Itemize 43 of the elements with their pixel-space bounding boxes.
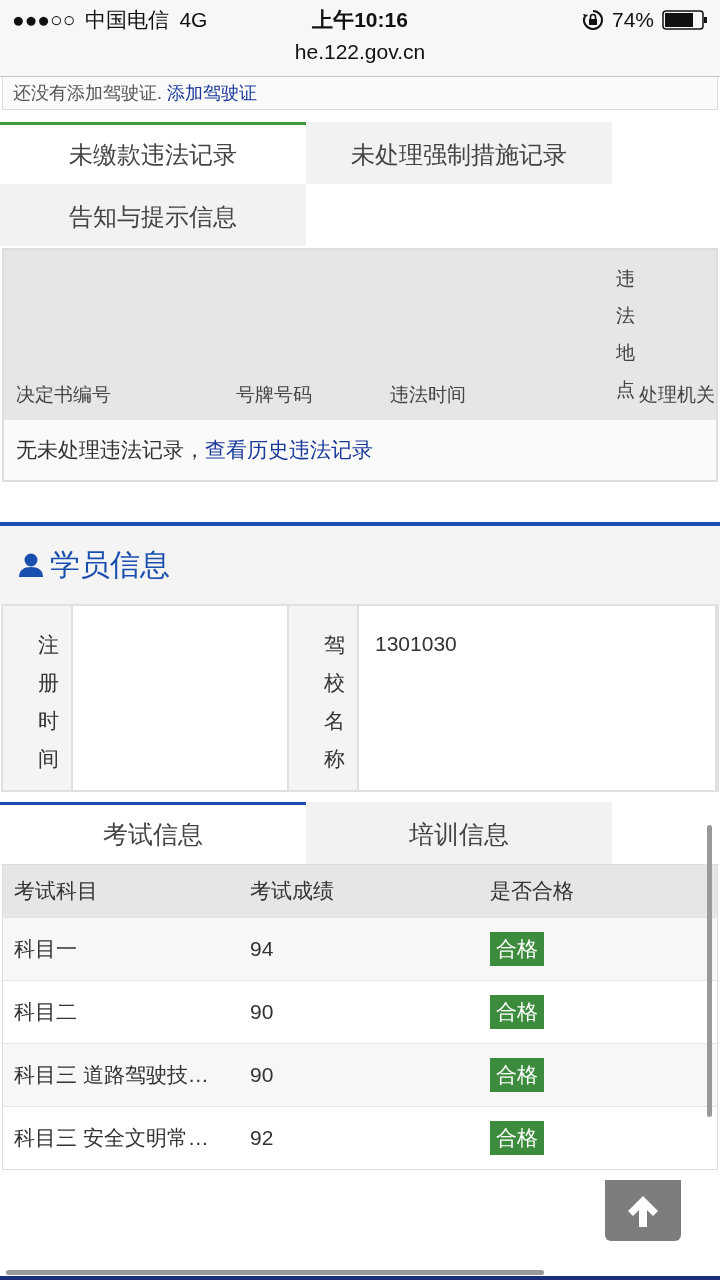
clock: 上午10:16	[312, 7, 408, 33]
column-header: 考试成绩	[250, 878, 335, 905]
back-to-top-button[interactable]	[605, 1180, 681, 1241]
subject-cell-text: 科目三 安全文明常…	[14, 1125, 210, 1152]
column-header: 是否合格	[490, 878, 575, 905]
column-header: 违法地点	[616, 267, 635, 403]
carrier-name: 中国电信	[85, 7, 170, 33]
user-icon	[18, 552, 44, 579]
battery-percent: 74%	[611, 8, 654, 32]
network-type: 4G	[179, 8, 208, 32]
score-cell-text: 90	[250, 1000, 275, 1025]
history-link[interactable]: 查看历史违法记录	[205, 438, 373, 462]
section-title: 学员信息	[50, 546, 170, 583]
subject-cell-text: 科目三 道路驾驶技…	[14, 1062, 210, 1089]
column-header: 违法时间	[390, 383, 467, 408]
field-label: 驾校名称	[324, 632, 345, 772]
field-value: 1301030	[375, 632, 457, 656]
scrollbar[interactable]	[6, 1270, 544, 1275]
tab[interactable]: 告知与提示信息	[0, 184, 306, 246]
scrollbar[interactable]	[707, 825, 712, 1117]
score-cell-text: 90	[250, 1063, 275, 1088]
battery-icon	[662, 10, 708, 30]
signal-strength: ●●●○○	[12, 8, 76, 32]
column-header: 处理机关	[639, 383, 716, 408]
page-url[interactable]: he.122.gov.cn	[294, 40, 426, 64]
column-header: 号牌号码	[236, 383, 313, 408]
result-badge: 合格	[490, 1121, 544, 1156]
result-badge: 合格	[490, 1058, 544, 1093]
result-badge: 合格	[490, 995, 544, 1030]
field-label: 注册时间	[38, 632, 59, 772]
subject-cell-text: 科目一	[14, 936, 78, 963]
tab[interactable]: 未处理强制措施记录	[306, 122, 612, 184]
tab[interactable]: 培训信息	[306, 802, 612, 865]
add-license-link[interactable]: 添加驾驶证	[167, 81, 258, 105]
column-header: 决定书编号	[16, 383, 112, 408]
column-header: 考试科目	[14, 878, 99, 905]
subject-cell-text: 科目二	[14, 999, 78, 1026]
empty-message: 无未处理违法记录，	[16, 438, 205, 462]
score-cell-text: 92	[250, 1126, 275, 1151]
notice-text: 还没有添加驾驶证.	[13, 82, 163, 105]
rotation-lock-icon	[581, 9, 604, 31]
result-badge: 合格	[490, 932, 544, 967]
score-cell-text: 94	[250, 937, 275, 962]
